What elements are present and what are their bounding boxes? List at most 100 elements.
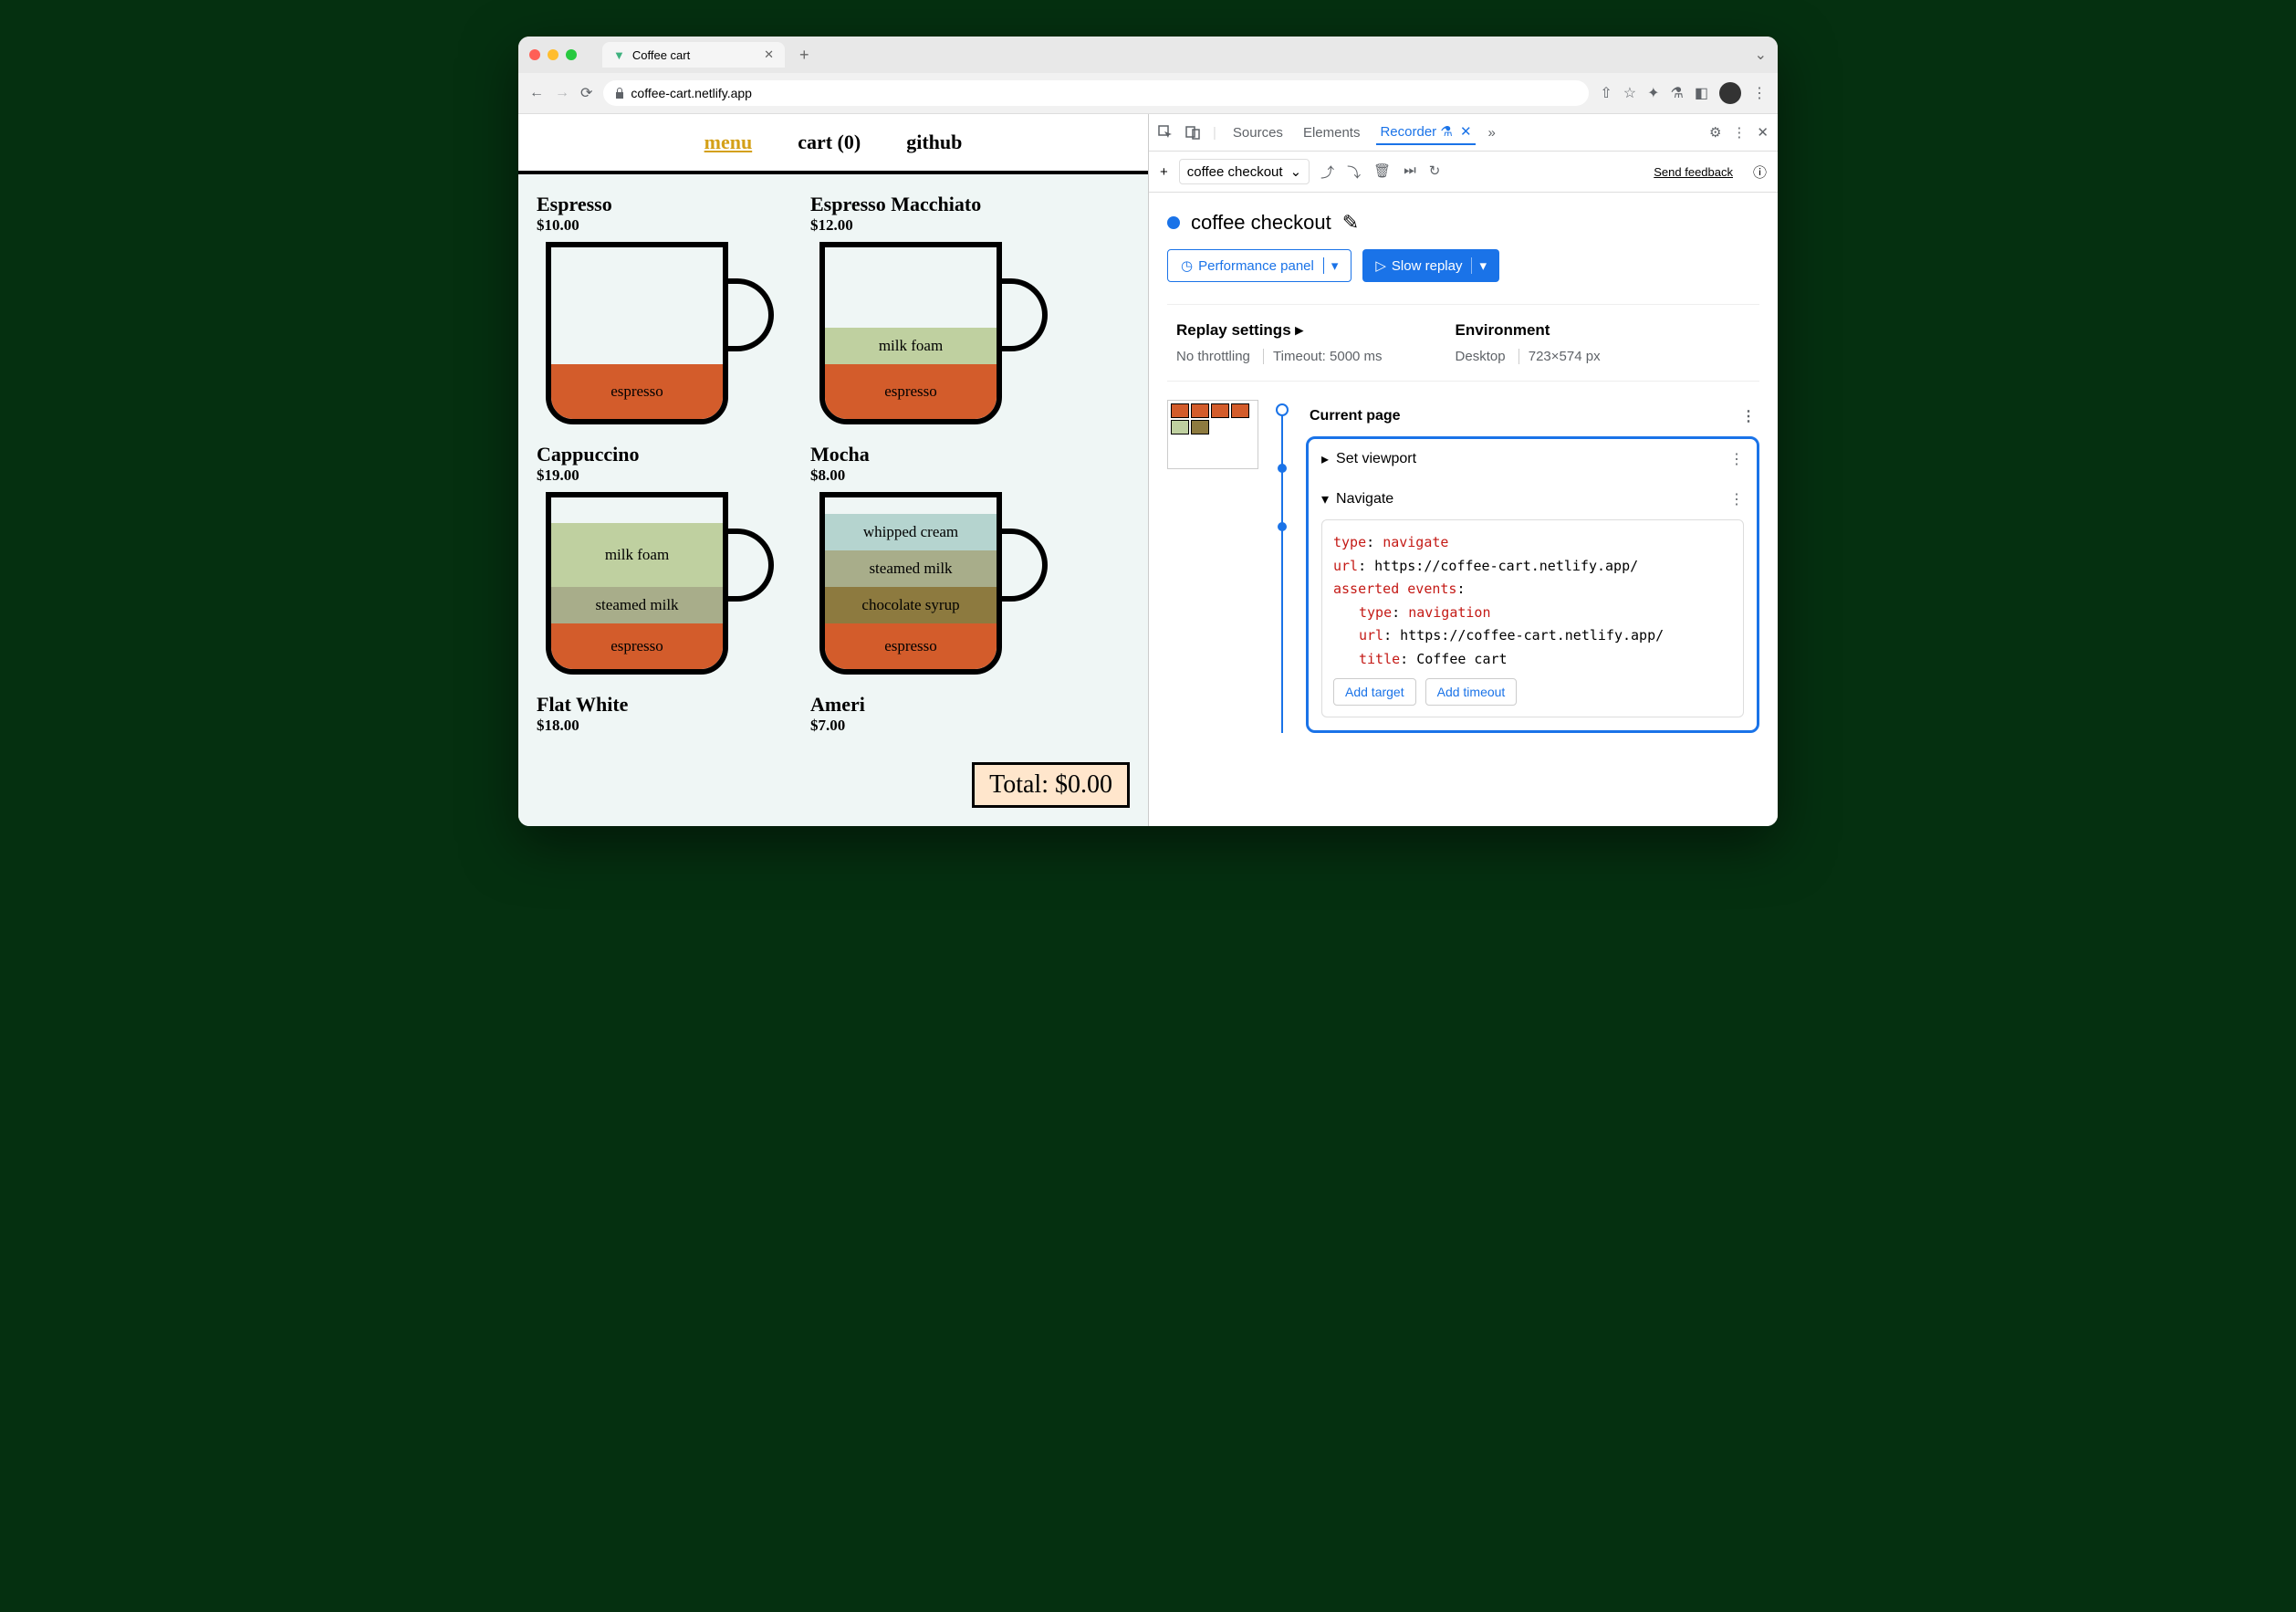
tab-sources[interactable]: Sources xyxy=(1229,121,1287,144)
extensions-icon[interactable]: ✦ xyxy=(1647,84,1659,102)
close-tab-icon[interactable]: ✕ xyxy=(1460,124,1472,140)
product-name: Mocha xyxy=(810,443,1066,466)
vue-icon: ▼ xyxy=(613,48,625,62)
cart-total[interactable]: Total: $0.00 xyxy=(972,762,1130,808)
inspect-icon[interactable] xyxy=(1158,125,1173,140)
product-espresso: Espresso $10.00 espresso xyxy=(537,193,792,424)
play-icon: ▷ xyxy=(1375,257,1386,274)
layer-espresso: espresso xyxy=(825,623,997,669)
titlebar: ▼ Coffee cart ✕ + ⌄ xyxy=(518,37,1778,73)
bookmark-icon[interactable]: ☆ xyxy=(1623,84,1636,102)
kebab-icon[interactable]: ⋮ xyxy=(1732,124,1746,141)
devtools-panel: | Sources Elements Recorder ⚗ ✕ » ⚙ ⋮ ✕ … xyxy=(1148,114,1778,826)
profile-avatar[interactable] xyxy=(1719,82,1741,104)
settings-icon[interactable]: ⚙ xyxy=(1709,124,1721,141)
delete-icon[interactable]: 🗑 xyxy=(1373,162,1391,182)
chevron-right-icon: ▸ xyxy=(1295,321,1303,339)
add-timeout-button[interactable]: Add timeout xyxy=(1425,678,1518,706)
product-grid: Espresso $10.00 espresso Espresso Macchi… xyxy=(518,174,1148,753)
product-price: $19.00 xyxy=(537,466,792,485)
menu-icon[interactable]: ⋮ xyxy=(1752,84,1767,102)
recorder-body: coffee checkout ✎ ◷ Performance panel ▾ … xyxy=(1149,193,1778,826)
selected-steps-box: ▸ Set viewport ⋮ ▾ Navigate ⋮ type: navi… xyxy=(1306,436,1759,733)
step-current-page[interactable]: Current page ⋮ xyxy=(1306,400,1759,433)
maximize-window-button[interactable] xyxy=(566,49,577,60)
device-icon[interactable] xyxy=(1185,125,1200,140)
layer-choco: chocolate syrup xyxy=(825,587,997,623)
reload-icon[interactable]: ⟳ xyxy=(580,84,592,102)
kebab-icon[interactable]: ⋮ xyxy=(1741,407,1756,425)
cup-icon[interactable]: espresso xyxy=(537,242,774,424)
new-tab-button[interactable]: + xyxy=(799,46,809,65)
layer-steamed: steamed milk xyxy=(551,587,723,623)
add-target-button[interactable]: Add target xyxy=(1333,678,1416,706)
share-icon[interactable]: ⇧ xyxy=(1600,84,1612,102)
site-nav: menu cart (0) github xyxy=(518,114,1148,174)
layer-espresso: espresso xyxy=(551,623,723,669)
recorder-toolbar: + coffee checkout ⌄ ⤴ ⤵ 🗑 ⏭ ↻ Send feedb… xyxy=(1149,152,1778,193)
step-thumbnail xyxy=(1167,400,1258,469)
layer-milkfoam: milk foam xyxy=(825,328,997,364)
product-price: $12.00 xyxy=(810,216,1066,235)
kebab-icon[interactable]: ⋮ xyxy=(1729,490,1744,508)
help-icon[interactable]: ⓘ xyxy=(1753,162,1767,182)
tab-elements[interactable]: Elements xyxy=(1299,121,1364,144)
step-through-icon[interactable]: ⏭ xyxy=(1404,162,1416,182)
chevron-down-icon[interactable]: ▾ xyxy=(1471,257,1487,274)
chevron-down-icon[interactable]: ▾ xyxy=(1323,257,1339,274)
layer-steamed: steamed milk xyxy=(825,550,997,587)
edit-icon[interactable]: ✎ xyxy=(1342,211,1359,235)
devtools-tabs: | Sources Elements Recorder ⚗ ✕ » ⚙ ⋮ ✕ xyxy=(1149,114,1778,152)
browser-tab[interactable]: ▼ Coffee cart ✕ xyxy=(602,42,785,68)
cup-icon[interactable]: milk foam steamed milk espresso xyxy=(537,492,774,675)
throttle-value: No throttling xyxy=(1176,349,1250,364)
send-feedback-link[interactable]: Send feedback xyxy=(1654,165,1733,179)
product-name: Espresso Macchiato xyxy=(810,193,1066,216)
performance-panel-button[interactable]: ◷ Performance panel ▾ xyxy=(1167,249,1352,282)
product-macchiato: Espresso Macchiato $12.00 milk foam espr… xyxy=(810,193,1066,424)
close-tab-icon[interactable]: ✕ xyxy=(764,47,774,62)
nav-github[interactable]: github xyxy=(906,131,962,154)
cup-icon[interactable]: whipped cream steamed milk chocolate syr… xyxy=(810,492,1048,675)
layer-whipped: whipped cream xyxy=(825,514,997,550)
product-mocha: Mocha $8.00 whipped cream steamed milk c… xyxy=(810,443,1066,675)
reset-icon[interactable]: ↻ xyxy=(1429,162,1441,182)
export-icon[interactable]: ⤴ xyxy=(1320,162,1334,182)
product-name: Espresso xyxy=(537,193,792,216)
product-name: Cappuccino xyxy=(537,443,792,466)
flask-icon: ⚗ xyxy=(1440,124,1452,140)
step-navigate[interactable]: ▾ Navigate ⋮ xyxy=(1309,479,1757,519)
chevron-right-icon: ▸ xyxy=(1321,450,1329,468)
recording-select[interactable]: coffee checkout ⌄ xyxy=(1179,159,1310,184)
forward-icon[interactable]: → xyxy=(555,85,569,101)
timeout-value: Timeout: 5000 ms xyxy=(1263,349,1383,364)
steps-area: Current page ⋮ ▸ Set viewport ⋮ ▾ N xyxy=(1167,400,1759,733)
environment-heading: Environment xyxy=(1456,321,1601,340)
close-window-button[interactable] xyxy=(529,49,540,60)
layer-espresso: espresso xyxy=(551,364,723,419)
add-recording-icon[interactable]: + xyxy=(1160,164,1168,180)
more-tabs-icon[interactable]: » xyxy=(1488,125,1496,141)
cup-icon[interactable]: milk foam espresso xyxy=(810,242,1048,424)
page-viewport: menu cart (0) github Espresso $10.00 esp… xyxy=(518,114,1148,826)
back-icon[interactable]: ← xyxy=(529,85,544,101)
step-set-viewport[interactable]: ▸ Set viewport ⋮ xyxy=(1309,439,1757,479)
panel-icon[interactable]: ◧ xyxy=(1695,84,1708,102)
nav-cart[interactable]: cart (0) xyxy=(798,131,861,154)
step-details: type: navigate url: https://coffee-cart.… xyxy=(1321,519,1744,717)
kebab-icon[interactable]: ⋮ xyxy=(1729,450,1744,468)
labs-icon[interactable]: ⚗ xyxy=(1671,84,1684,102)
nav-menu[interactable]: menu xyxy=(704,131,753,154)
browser-window: ▼ Coffee cart ✕ + ⌄ ← → ⟳ coffee-cart.ne… xyxy=(518,37,1778,826)
timeline xyxy=(1273,400,1291,733)
replay-settings-heading[interactable]: Replay settings ▸ xyxy=(1176,321,1383,340)
minimize-window-button[interactable] xyxy=(548,49,558,60)
import-icon[interactable]: ⤵ xyxy=(1347,162,1361,182)
slow-replay-button[interactable]: ▷ Slow replay ▾ xyxy=(1362,249,1499,282)
product-price: $10.00 xyxy=(537,216,792,235)
tab-recorder[interactable]: Recorder ⚗ ✕ xyxy=(1376,120,1475,145)
product-price: $18.00 xyxy=(537,717,792,735)
tabs-menu-icon[interactable]: ⌄ xyxy=(1755,46,1767,64)
close-devtools-icon[interactable]: ✕ xyxy=(1757,124,1769,141)
url-field[interactable]: coffee-cart.netlify.app xyxy=(603,80,1589,106)
